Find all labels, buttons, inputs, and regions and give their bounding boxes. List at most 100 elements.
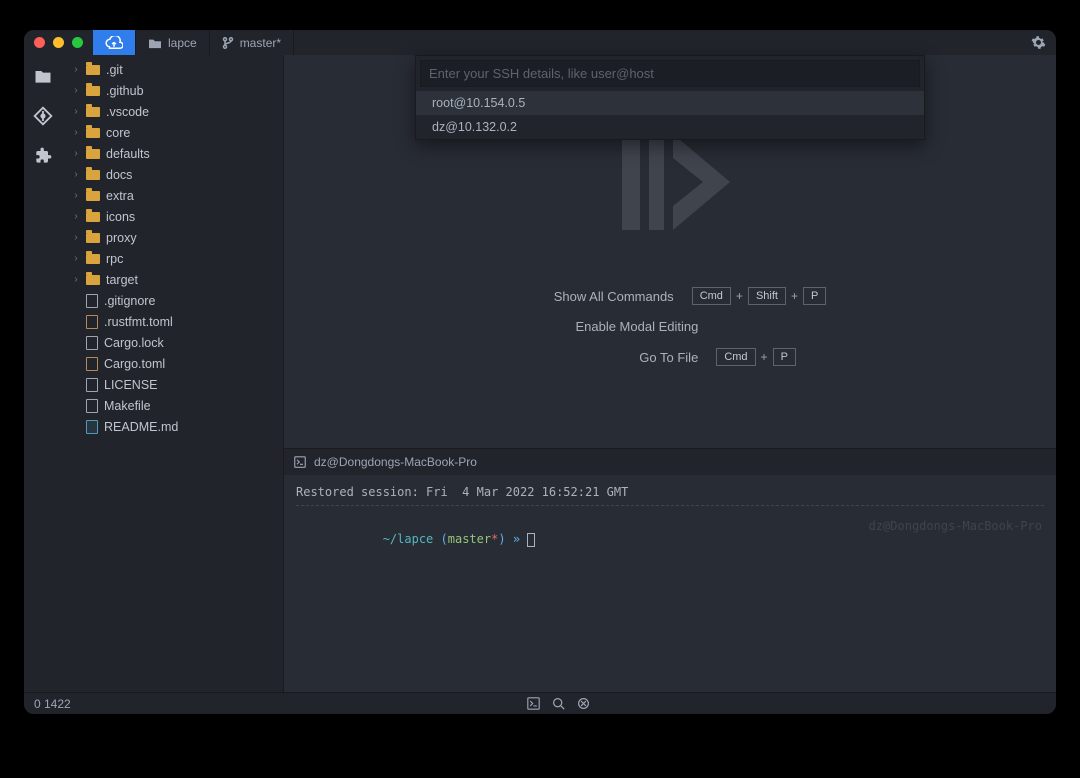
tree-item-label: .vscode (106, 105, 149, 119)
titlebar: lapce master* (24, 30, 1056, 55)
tree-folder[interactable]: › rpc (62, 248, 283, 269)
status-error-button[interactable] (577, 697, 590, 710)
tree-item-label: docs (106, 168, 132, 182)
welcome-hint[interactable]: Show All CommandsCmd+Shift+P (514, 287, 827, 305)
tree-folder[interactable]: ›extra (62, 185, 283, 206)
tree-item-label: .rustfmt.toml (104, 315, 173, 329)
tree-file[interactable]: ›.gitignore (62, 290, 283, 311)
tree-folder[interactable]: › icons (62, 206, 283, 227)
welcome-hints: Show All CommandsCmd+Shift+P Enable Modal… (514, 287, 827, 366)
tree-folder[interactable]: › defaults (62, 143, 283, 164)
key-combo: Cmd+Shift+P (692, 287, 827, 305)
file-icon (86, 399, 98, 413)
tree-file[interactable]: ›LICENSE (62, 374, 283, 395)
terminal-ghost-host: dz@Dongdongs-MacBook-Pro (869, 519, 1042, 533)
key-cap: Cmd (692, 287, 731, 305)
tree-file[interactable]: ›Cargo.lock (62, 332, 283, 353)
tree-file[interactable]: ›Makefile (62, 395, 283, 416)
tree-item-label: Cargo.lock (104, 336, 164, 350)
folder-icon (86, 65, 100, 75)
welcome-hint[interactable]: Enable Modal Editing (538, 319, 826, 334)
terminal-divider (296, 505, 1044, 506)
folder-icon (86, 86, 100, 96)
file-icon (86, 315, 98, 329)
folder-icon (86, 170, 100, 180)
status-terminal-button[interactable] (527, 697, 540, 710)
tree-item-label: .git (106, 63, 123, 77)
command-palette: root@10.154.0.5 dz@10.132.0.2 (415, 55, 925, 140)
tree-file[interactable]: ›Cargo.toml (62, 353, 283, 374)
hint-label: Enable Modal Editing (538, 319, 698, 334)
status-cursor-position[interactable]: 0 1422 (34, 697, 71, 711)
tab-remote[interactable] (93, 30, 136, 55)
cloud-upload-icon (105, 36, 123, 50)
terminal-tab-label[interactable]: dz@Dongdongs-MacBook-Pro (314, 455, 477, 469)
palette-option[interactable]: root@10.154.0.5 (416, 91, 924, 115)
file-icon (86, 420, 98, 434)
tree-item-label: rpc (106, 252, 123, 266)
folder-icon (86, 254, 100, 264)
folder-icon (86, 275, 100, 285)
key-cap: P (803, 287, 826, 305)
chevron-right-icon: › (72, 127, 80, 138)
gear-icon (1031, 35, 1046, 50)
explorer-button[interactable] (32, 65, 54, 87)
close-window-button[interactable] (34, 37, 45, 48)
minimize-window-button[interactable] (53, 37, 64, 48)
file-icon (86, 294, 98, 308)
tree-folder[interactable]: › .vscode (62, 101, 283, 122)
tree-item-label: .github (106, 84, 144, 98)
tab-branch[interactable]: master* (210, 30, 294, 55)
tree-file[interactable]: ›.rustfmt.toml (62, 311, 283, 332)
tree-folder[interactable]: › core (62, 122, 283, 143)
terminal-icon (294, 456, 306, 468)
tree-item-label: icons (106, 210, 135, 224)
folder-icon (86, 233, 100, 243)
chevron-right-icon: › (72, 253, 80, 264)
tab-workspace[interactable]: lapce (136, 30, 210, 55)
welcome-screen: root@10.154.0.5 dz@10.132.0.2 Show All C… (284, 55, 1056, 448)
welcome-hint[interactable]: Go To FileCmd+P (538, 348, 826, 366)
key-cap: Shift (748, 287, 786, 305)
tab-workspace-label: lapce (168, 36, 197, 50)
tree-file[interactable]: ›README.md (62, 416, 283, 437)
key-combo: Cmd+P (716, 348, 826, 366)
chevron-right-icon: › (72, 64, 80, 75)
source-control-icon (33, 106, 53, 126)
puzzle-icon (33, 146, 53, 166)
tree-folder[interactable]: ›docs (62, 164, 283, 185)
tree-item-label: core (106, 126, 130, 140)
tree-item-label: defaults (106, 147, 150, 161)
window-controls (24, 37, 93, 48)
settings-button[interactable] (1021, 35, 1056, 50)
terminal-body[interactable]: Restored session: Fri 4 Mar 2022 16:52:2… (284, 475, 1056, 692)
tab-branch-label: master* (240, 36, 281, 50)
tree-item-label: Makefile (104, 399, 151, 413)
ssh-input[interactable] (420, 60, 920, 87)
folder-icon (86, 212, 100, 222)
chevron-right-icon: › (72, 148, 80, 159)
file-explorer: ›.git›.github›.vscode›core›defaults›docs… (62, 55, 284, 692)
activity-bar (24, 55, 62, 692)
status-search-button[interactable] (552, 697, 565, 710)
extensions-button[interactable] (32, 145, 54, 167)
hint-label: Go To File (538, 350, 698, 365)
folder-icon (86, 128, 100, 138)
terminal-output: Restored session: Fri 4 Mar 2022 16:52:2… (296, 485, 1044, 499)
palette-option[interactable]: dz@10.132.0.2 (416, 115, 924, 139)
source-control-button[interactable] (32, 105, 54, 127)
editor-pane: root@10.154.0.5 dz@10.132.0.2 Show All C… (284, 55, 1056, 692)
plus-icon: + (761, 350, 768, 364)
folder-icon (148, 37, 162, 49)
chevron-right-icon: › (72, 211, 80, 222)
maximize-window-button[interactable] (72, 37, 83, 48)
tree-folder[interactable]: › .git (62, 59, 283, 80)
file-icon (86, 378, 98, 392)
chevron-right-icon: › (72, 106, 80, 117)
tree-folder[interactable]: ›proxy (62, 227, 283, 248)
tree-item-label: extra (106, 189, 134, 203)
tree-folder[interactable]: ›target (62, 269, 283, 290)
tree-folder[interactable]: ›.github (62, 80, 283, 101)
chevron-right-icon: › (72, 232, 80, 243)
key-cap: P (773, 348, 796, 366)
